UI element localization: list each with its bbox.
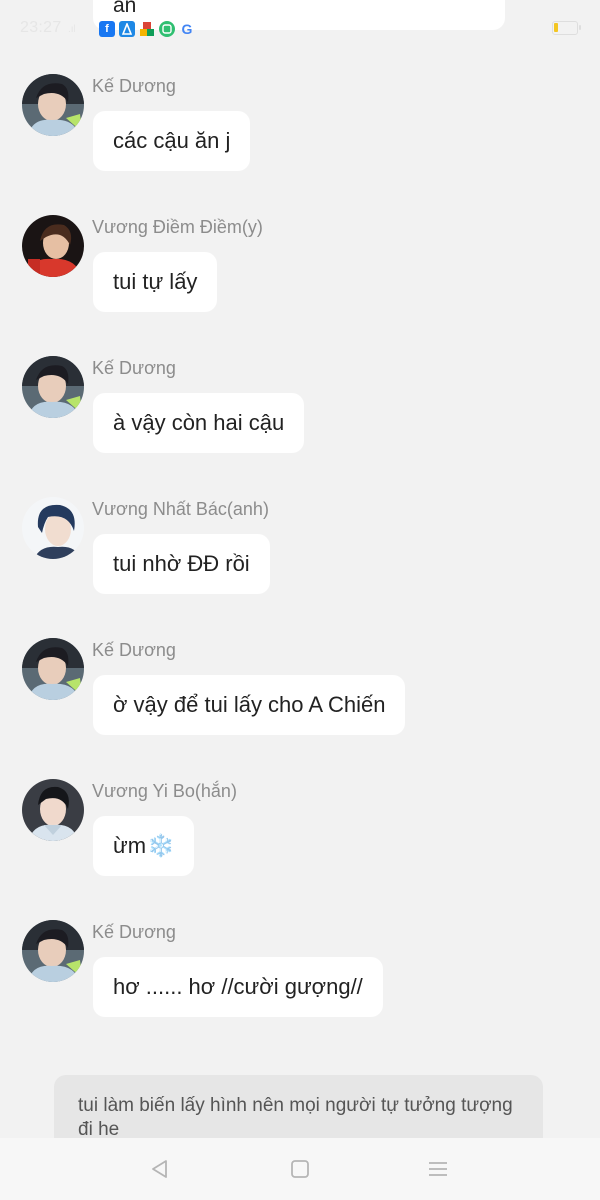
message-bubble[interactable]: ờ vậy để tui lấy cho A Chiến (93, 675, 406, 735)
chat-message: Kế Dương à vậy còn hai cậu (0, 342, 600, 462)
message-text: ờ vậy để tui lấy cho A Chiến (113, 692, 386, 717)
chat-message: Kế Dương các cậu ăn j (0, 60, 600, 180)
message-text: các cậu ăn j (113, 128, 231, 153)
status-time: 23:27 (20, 19, 62, 36)
message-bubble[interactable]: tui nhờ ĐĐ rồi (93, 534, 270, 594)
sender-name: Kế Dương (92, 358, 176, 378)
chat-message: Vương Điềm Điềm(y) tui tự lấy (0, 201, 600, 321)
chat-message: Kế Dương ờ vậy để tui lấy cho A Chiến (0, 624, 600, 744)
message-text: ừm (113, 833, 147, 858)
sender-name: Vương Điềm Điềm(y) (92, 217, 263, 237)
home-icon[interactable] (289, 1158, 311, 1180)
message-bubble-previous: ăn (93, 0, 505, 30)
message-text: tui tự lấy (113, 269, 198, 294)
sender-name: Kế Dương (92, 922, 176, 942)
sender-name: Vương Yi Bo(hắn) (92, 781, 237, 801)
sender-name: Kế Dương (92, 76, 176, 96)
message-bubble[interactable]: à vậy còn hai cậu (93, 393, 305, 453)
snowflake-emoji: ❄️ (147, 833, 175, 858)
navigation-bar (0, 1138, 600, 1200)
message-text: tui nhờ ĐĐ rồi (113, 551, 250, 576)
avatar[interactable] (22, 497, 84, 559)
message-text: hơ ...... hơ //cười gượng// (113, 974, 363, 999)
avatar[interactable] (22, 920, 84, 982)
message-bubble[interactable]: hơ ...... hơ //cười gượng// (93, 957, 383, 1017)
avatar[interactable] (22, 638, 84, 700)
chat-message: Vương Nhất Bác(anh) tui nhờ ĐĐ rồi (0, 483, 600, 603)
signal-icon: .ıl (68, 24, 76, 35)
message-bubble[interactable]: các cậu ăn j (93, 111, 251, 171)
author-note-text: tui làm biến lấy hình nên mọi người tự t… (78, 1095, 513, 1138)
chat-message: Vương Yi Bo(hắn) ừm ❄️ (0, 765, 600, 885)
avatar[interactable] (22, 74, 84, 136)
author-note: tui làm biến lấy hình nên mọi người tự t… (54, 1075, 543, 1138)
recent-apps-icon[interactable] (427, 1158, 449, 1180)
battery-icon (552, 21, 581, 35)
sender-name: Vương Nhất Bác(anh) (92, 499, 269, 519)
message-bubble[interactable]: tui tự lấy (93, 252, 218, 312)
avatar[interactable] (22, 215, 84, 277)
avatar[interactable] (22, 779, 84, 841)
avatar[interactable] (22, 356, 84, 418)
message-bubble[interactable]: ừm ❄️ (93, 816, 195, 876)
message-text: à vậy còn hai cậu (113, 410, 285, 435)
chat-message: Kế Dương hơ ...... hơ //cười gượng// (0, 906, 600, 1026)
sender-name: Kế Dương (92, 640, 176, 660)
chat-view[interactable]: ăn 23:27 .ıl f G Kế Dương các cậu ăn j V… (0, 0, 600, 1138)
message-text: ăn (113, 0, 137, 17)
back-icon[interactable] (149, 1158, 171, 1180)
